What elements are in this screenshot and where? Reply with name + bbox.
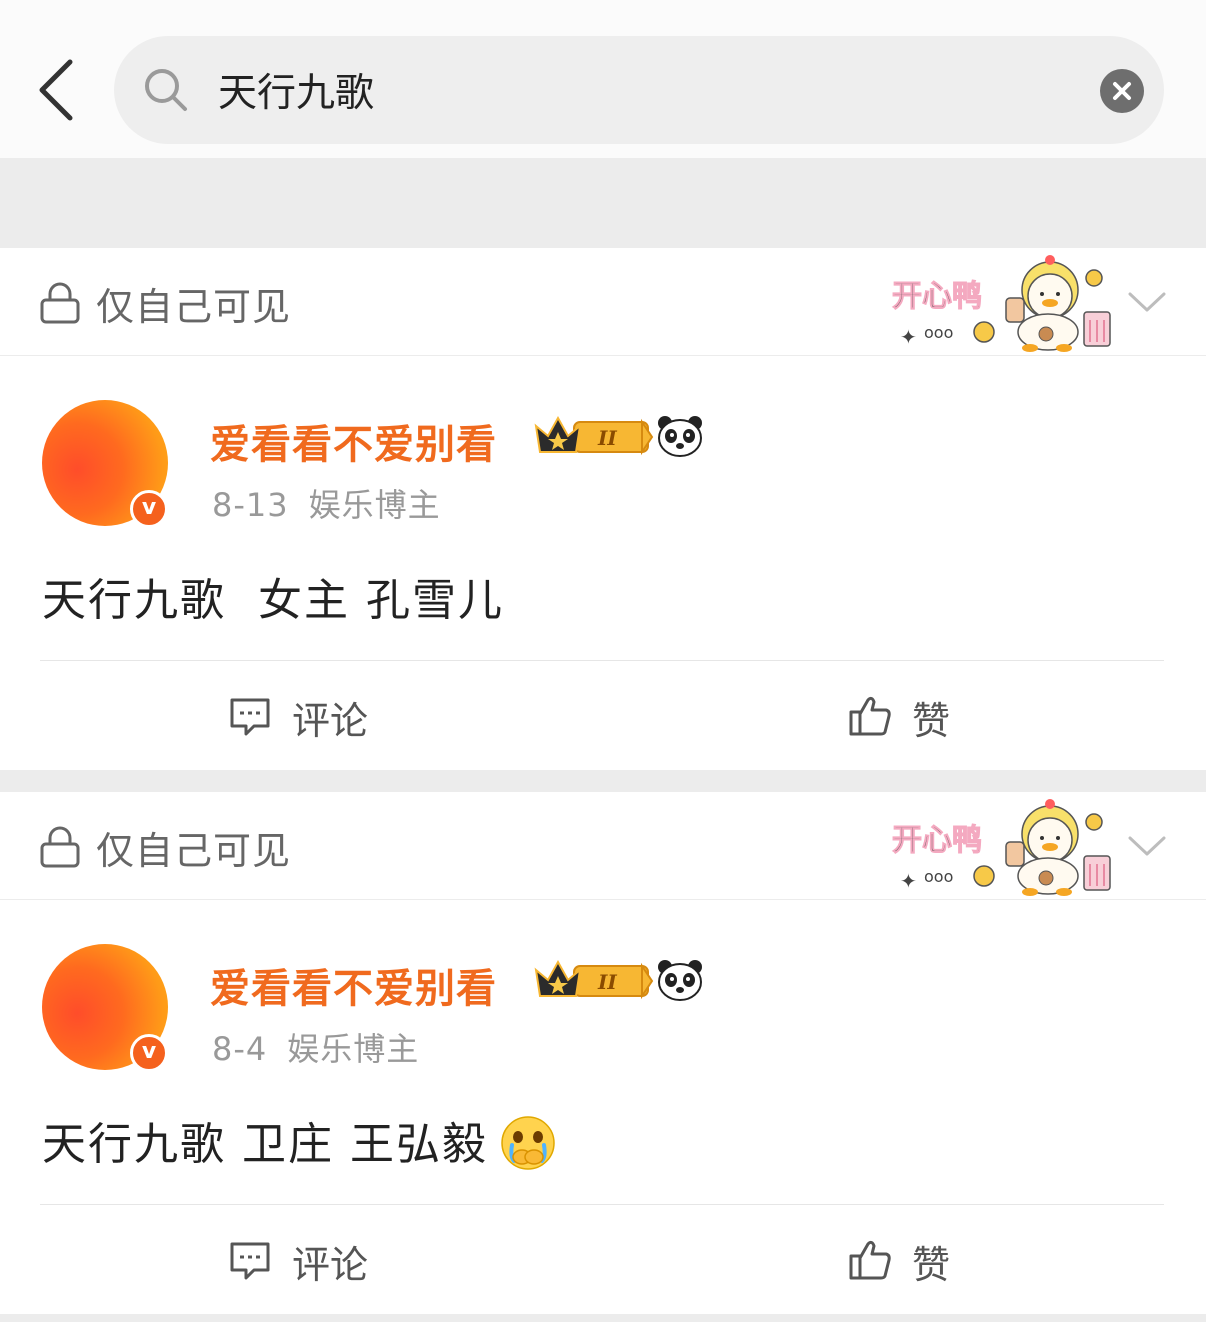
member-level: II <box>597 426 617 450</box>
post-meta: 8-4 娱乐博主 <box>212 1024 439 1070</box>
chevron-down-icon[interactable] <box>1126 830 1168 860</box>
sticker-text: 开心鸭 <box>892 823 982 858</box>
post-date: 8-13 <box>212 486 289 524</box>
post-content[interactable]: 天行九歌 卫庄 王弘毅 <box>42 1108 556 1175</box>
verified-v-icon: v <box>141 1039 157 1064</box>
happy-duck-sticker: 开心鸭 ✦ ooo <box>892 255 1111 352</box>
author-name[interactable]: 爱看看不爱别看 <box>210 956 497 1014</box>
action-divider <box>40 1204 1164 1205</box>
section-separator <box>0 158 1206 390</box>
card-separator <box>0 770 1206 792</box>
like-label: 赞 <box>912 699 951 743</box>
comment-label: 评论 <box>292 699 369 743</box>
chevron-left-icon <box>39 59 73 121</box>
crown-member-badge[interactable]: II <box>534 412 654 460</box>
panda-icon <box>658 960 702 1001</box>
sticker-text: 开心鸭 <box>892 279 982 314</box>
chevron-down-icon[interactable] <box>1126 286 1168 316</box>
lock-icon <box>40 826 80 868</box>
panda-icon <box>658 416 702 457</box>
visibility-label: 仅自己可见 <box>96 829 292 873</box>
search-bar[interactable] <box>114 36 1164 144</box>
comment-icon <box>230 698 270 736</box>
post-content[interactable]: 天行九歌 女主 孔雪儿 <box>42 564 504 628</box>
post-card: 仅自己可见 开心鸭 ✦ ooo v <box>0 792 1206 1314</box>
visibility-label: 仅自己可见 <box>96 285 292 329</box>
comment-label: 评论 <box>292 1243 369 1287</box>
svg-text:ooo: ooo <box>924 323 953 342</box>
clear-search-button[interactable] <box>1100 69 1144 113</box>
like-label: 赞 <box>912 1243 951 1287</box>
author-name[interactable]: 爱看看不爱别看 <box>210 412 497 470</box>
search-header <box>0 0 1206 158</box>
close-icon <box>1113 82 1131 100</box>
thumbs-up-icon <box>849 696 891 736</box>
happy-duck-sticker: 开心鸭 ✦ ooo <box>892 799 1111 896</box>
svg-text:ooo: ooo <box>924 867 953 886</box>
svg-text:✦: ✦ <box>900 325 917 349</box>
post-text: 天行九歌 女主 孔雪儿 <box>42 575 504 626</box>
crying-face-emoji-icon <box>501 1116 555 1170</box>
post-text: 天行九歌 卫庄 王弘毅 <box>42 1119 488 1170</box>
back-button[interactable] <box>30 56 82 124</box>
member-level: II <box>597 970 617 994</box>
verified-v-icon: v <box>141 495 157 520</box>
verified-badge: v <box>130 490 168 528</box>
author-tag: 娱乐博主 <box>308 486 441 524</box>
crown-member-badge[interactable]: II <box>534 956 654 1004</box>
search-icon <box>145 69 187 111</box>
thumbs-up-icon <box>849 1240 891 1280</box>
verified-badge: v <box>130 1034 168 1072</box>
search-input[interactable] <box>218 60 1078 120</box>
post-meta: 8-13 娱乐博主 <box>212 480 461 526</box>
visibility-row: 仅自己可见 开心鸭 ✦ ooo <box>0 248 1206 356</box>
action-divider <box>40 660 1164 661</box>
post-card: 仅自己可见 开心鸭 ✦ ooo v <box>0 248 1206 770</box>
comment-button[interactable]: 评论 <box>228 668 408 764</box>
lock-icon <box>40 282 80 324</box>
comment-button[interactable]: 评论 <box>228 1212 408 1308</box>
visibility-row: 仅自己可见 开心鸭 ✦ ooo <box>0 792 1206 900</box>
svg-text:✦: ✦ <box>900 869 917 893</box>
author-tag: 娱乐博主 <box>287 1030 420 1068</box>
card-separator <box>0 1314 1206 1322</box>
post-date: 8-4 <box>212 1030 268 1068</box>
like-button[interactable]: 赞 <box>848 1212 988 1308</box>
like-button[interactable]: 赞 <box>848 668 988 764</box>
comment-icon <box>230 1242 270 1280</box>
